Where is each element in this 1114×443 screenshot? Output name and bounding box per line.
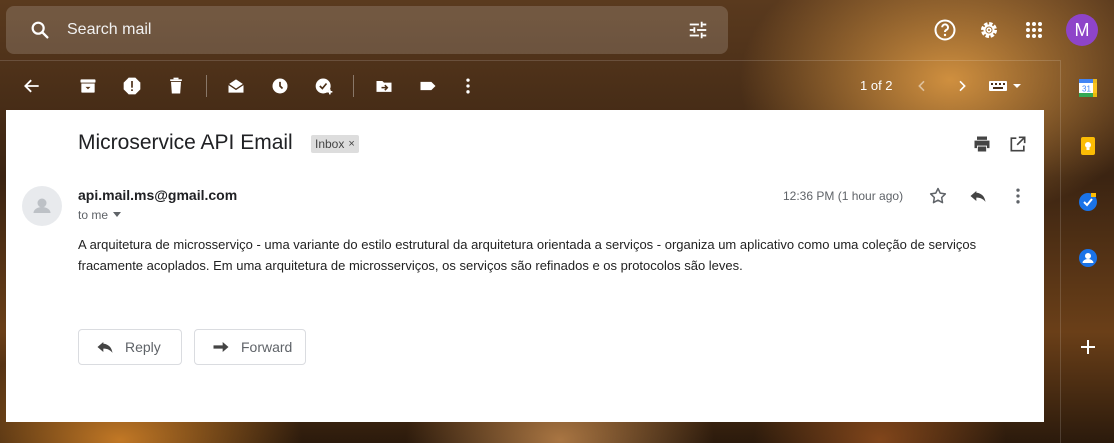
svg-text:31: 31 bbox=[1082, 85, 1091, 94]
forward-button[interactable]: Forward bbox=[194, 329, 306, 365]
add-addon-plus-icon[interactable] bbox=[1078, 337, 1098, 357]
add-to-tasks-icon[interactable] bbox=[312, 74, 336, 98]
contacts-icon[interactable] bbox=[1078, 248, 1098, 268]
mark-unread-icon[interactable] bbox=[224, 74, 248, 98]
message-panel: Microservice API Email Inbox × api.mail.… bbox=[6, 110, 1044, 422]
toolbar-divider bbox=[353, 75, 354, 97]
inbox-label-chip[interactable]: Inbox × bbox=[311, 135, 359, 153]
print-icon[interactable] bbox=[971, 133, 993, 155]
reply-icon bbox=[95, 337, 115, 357]
search-icon[interactable] bbox=[28, 18, 52, 42]
help-icon[interactable] bbox=[928, 13, 962, 47]
account-avatar[interactable]: M bbox=[1066, 14, 1098, 46]
delete-trash-icon[interactable] bbox=[164, 74, 188, 98]
search-options-icon[interactable] bbox=[686, 18, 710, 42]
more-vert-icon[interactable] bbox=[456, 74, 480, 98]
search-input[interactable]: Search mail bbox=[67, 21, 151, 39]
sender-avatar[interactable] bbox=[22, 186, 62, 226]
reply-arrow-icon[interactable] bbox=[967, 185, 989, 207]
label-tag-icon[interactable] bbox=[416, 74, 440, 98]
archive-icon[interactable] bbox=[76, 74, 100, 98]
recipient-text: to me bbox=[78, 208, 109, 222]
remove-label-icon[interactable]: × bbox=[348, 138, 354, 150]
pagination-count: 1 of 2 bbox=[860, 78, 893, 93]
message-timestamp: 12:36 PM (1 hour ago) bbox=[783, 189, 904, 203]
reply-button[interactable]: Reply bbox=[78, 329, 182, 365]
move-to-icon[interactable] bbox=[372, 74, 396, 98]
tasks-icon[interactable] bbox=[1078, 192, 1098, 212]
forward-label: Forward bbox=[241, 339, 293, 355]
header-divider bbox=[0, 60, 1060, 61]
report-spam-icon[interactable] bbox=[120, 74, 144, 98]
more-options-icon[interactable] bbox=[1007, 185, 1029, 207]
forward-icon bbox=[211, 337, 231, 357]
calendar-icon[interactable]: 31 bbox=[1078, 78, 1098, 98]
open-in-new-window-icon[interactable] bbox=[1007, 133, 1029, 155]
email-subject: Microservice API Email bbox=[78, 131, 293, 154]
newer-chevron-left-icon[interactable] bbox=[910, 74, 934, 98]
back-arrow-icon[interactable] bbox=[20, 74, 44, 98]
settings-gear-icon[interactable] bbox=[972, 13, 1006, 47]
star-icon[interactable] bbox=[927, 185, 949, 207]
snooze-clock-icon[interactable] bbox=[268, 74, 292, 98]
apps-grid-icon[interactable] bbox=[1017, 13, 1051, 47]
keep-notes-icon[interactable] bbox=[1078, 136, 1098, 156]
search-bar[interactable]: Search mail bbox=[6, 6, 728, 54]
input-tools-keyboard-icon[interactable] bbox=[988, 74, 1024, 98]
chevron-down-icon[interactable] bbox=[113, 212, 122, 218]
sender-address[interactable]: api.mail.ms@gmail.com bbox=[78, 187, 237, 203]
recipient-details[interactable]: to me bbox=[78, 208, 122, 222]
label-text: Inbox bbox=[315, 137, 345, 151]
older-chevron-right-icon[interactable] bbox=[950, 74, 974, 98]
reply-label: Reply bbox=[125, 339, 161, 355]
email-body: A arquitetura de microsserviço - uma var… bbox=[78, 237, 977, 273]
toolbar-divider bbox=[206, 75, 207, 97]
